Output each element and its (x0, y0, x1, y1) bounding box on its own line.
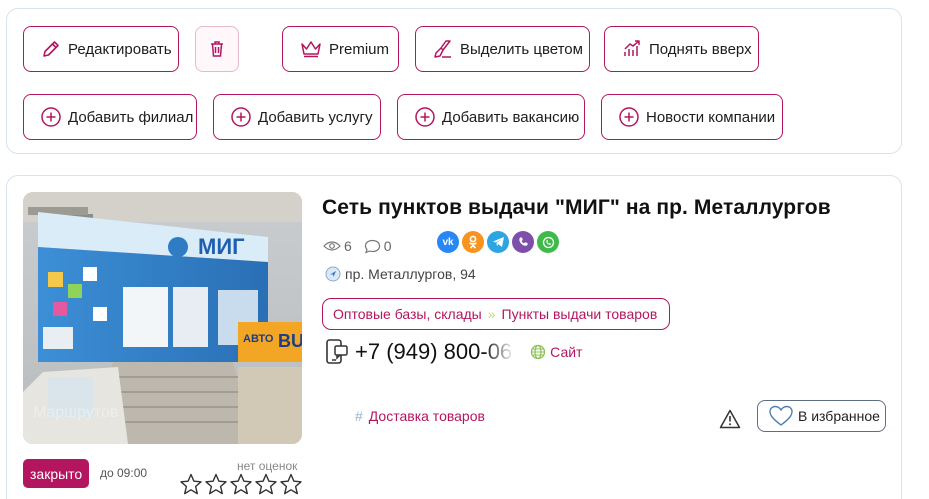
contacts-row: +7 (949) 800-06 Сайт (325, 339, 582, 365)
service-tag[interactable]: # Доставка товаров (355, 408, 485, 424)
double-chevron-icon: » (487, 306, 496, 322)
owner-actions-panel: Редактировать Premium Выделить цветом По… (6, 8, 902, 154)
svg-text:МИГ: МИГ (198, 234, 245, 259)
edit-button-label: Редактировать (68, 40, 172, 58)
vk-icon[interactable]: vk (437, 231, 459, 253)
star-icon[interactable] (279, 473, 303, 496)
plus-circle-icon (40, 106, 62, 128)
odnoklassniki-icon[interactable] (462, 231, 484, 253)
raise-button-label: Поднять вверх (649, 40, 752, 58)
pencil-icon (40, 38, 62, 60)
premium-button[interactable]: Premium (282, 26, 399, 72)
comments-count: 0 (383, 238, 392, 254)
premium-button-label: Premium (329, 40, 390, 58)
listing-stats: 6 0 (323, 238, 404, 254)
category-child-link[interactable]: Пункты выдачи товаров (502, 306, 658, 322)
viber-icon[interactable] (512, 231, 534, 253)
service-tag-label: Доставка товаров (368, 408, 485, 424)
star-icon[interactable] (229, 473, 253, 496)
company-news-button[interactable]: Новости компании (601, 94, 783, 140)
highlight-button-label: Выделить цветом (460, 40, 583, 58)
report-warning-icon[interactable] (719, 409, 741, 434)
plus-circle-icon (618, 106, 640, 128)
category-parent-link[interactable]: Оптовые базы, склады (333, 306, 482, 322)
listing-title[interactable]: Сеть пунктов выдачи "МИГ" на пр. Металлу… (322, 196, 831, 220)
chart-up-icon (621, 38, 643, 60)
views-counter: 6 (323, 238, 352, 254)
add-service-label: Добавить услугу (258, 108, 373, 126)
eye-icon (323, 241, 341, 251)
add-service-button[interactable]: Добавить услугу (213, 94, 381, 140)
plus-circle-icon (230, 106, 252, 128)
favorites-label: В избранное (798, 408, 880, 424)
share-buttons: vk (437, 231, 562, 253)
rating-stars[interactable] (179, 473, 304, 496)
add-branch-button[interactable]: Добавить филиал (23, 94, 197, 140)
add-to-favorites-button[interactable]: В избранное (757, 400, 886, 432)
svg-text:АВТО: АВТО (243, 333, 274, 345)
phone-icon (326, 339, 348, 364)
edit-button[interactable]: Редактировать (23, 26, 179, 72)
views-count: 6 (344, 238, 352, 254)
rating-label: нет оценок (237, 459, 298, 473)
star-icon[interactable] (254, 473, 278, 496)
brush-icon (432, 38, 454, 60)
listing-photo[interactable]: МИГ АВТО ВU Маршрутов (23, 192, 302, 444)
raise-button[interactable]: Поднять вверх (604, 26, 759, 72)
svg-text:ВU: ВU (278, 331, 302, 351)
category-breadcrumb: Оптовые базы, склады » Пункты выдачи тов… (322, 298, 671, 330)
star-icon[interactable] (204, 473, 228, 496)
website-link-label: Сайт (550, 344, 583, 360)
phone-number[interactable]: +7 (949) 800-06 (355, 339, 515, 365)
add-vacancy-button[interactable]: Добавить вакансию (397, 94, 585, 140)
add-branch-label: Добавить филиал (68, 108, 194, 126)
address-text: пр. Металлургов, 94 (345, 266, 476, 282)
comments-counter: 0 (364, 238, 392, 254)
opening-time: до 09:00 (100, 466, 148, 480)
website-link[interactable]: Сайт (530, 344, 582, 360)
listing-card: МИГ АВТО ВU Маршрутов Сеть пунктов выдач… (6, 175, 902, 499)
globe-icon (531, 344, 546, 360)
telegram-icon[interactable] (487, 231, 509, 253)
svg-text:Маршрутов: Маршрутов (33, 404, 118, 421)
trash-icon (208, 39, 226, 59)
star-icon[interactable] (179, 473, 203, 496)
whatsapp-icon[interactable] (537, 231, 559, 253)
listing-address[interactable]: пр. Металлургов, 94 (325, 266, 476, 282)
location-icon (325, 266, 341, 282)
plus-circle-icon (414, 106, 436, 128)
company-news-label: Новости компании (646, 108, 776, 126)
heart-icon (769, 405, 793, 426)
add-vacancy-label: Добавить вакансию (442, 108, 580, 126)
hash-icon: # (355, 408, 363, 424)
status-badge: закрыто (23, 459, 90, 488)
highlight-button[interactable]: Выделить цветом (415, 26, 590, 72)
delete-button[interactable] (195, 26, 239, 72)
crown-icon (299, 39, 323, 59)
comment-icon (364, 239, 380, 254)
